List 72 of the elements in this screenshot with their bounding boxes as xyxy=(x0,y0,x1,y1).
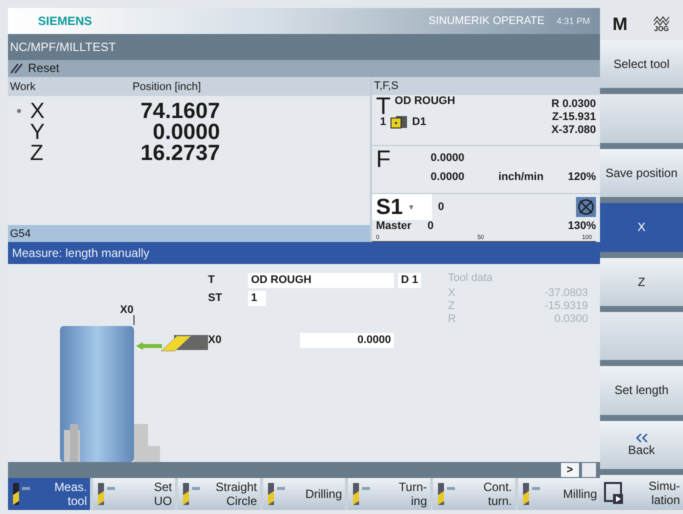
spindle-icon xyxy=(576,197,596,218)
scroll-corner xyxy=(582,463,596,478)
feed-value: 0.0000 xyxy=(430,170,464,183)
tool-data-value: 0.0300 xyxy=(554,313,588,326)
brand-logo: SIEMENS xyxy=(38,14,92,28)
softkey[interactable]: Set length xyxy=(600,366,683,415)
feed-letter: F xyxy=(376,148,391,176)
edge-field[interactable]: D 1 xyxy=(398,272,422,288)
tool-icon xyxy=(96,481,118,508)
spindle-override: 130% xyxy=(568,220,596,234)
softkey[interactable]: Meas. tool xyxy=(8,478,90,510)
softkey[interactable]: Set UO xyxy=(93,478,175,510)
softkey[interactable]: Drilling xyxy=(263,478,345,510)
jog-icon xyxy=(652,16,670,26)
softkey[interactable]: Turn- ing xyxy=(348,478,430,510)
column-header: Position [inch] xyxy=(132,80,201,93)
column-header: Work xyxy=(10,80,36,93)
more-button[interactable]: > xyxy=(560,463,579,478)
tool-radius: R 0.0300 xyxy=(551,98,596,112)
empty-softkey[interactable] xyxy=(600,312,683,360)
dialog-title: Measure: length manually xyxy=(8,242,600,264)
feed-unit: inch/min xyxy=(498,170,544,183)
reset-icon xyxy=(10,62,24,74)
tool-x: X-37.080 xyxy=(551,124,596,138)
tool-icon xyxy=(521,481,543,508)
softkey[interactable]: Straight Circle xyxy=(178,478,260,510)
field-label: T xyxy=(208,274,216,286)
spindle-mode: Master xyxy=(376,220,412,234)
field-label: ST xyxy=(208,292,224,304)
tool-icon xyxy=(390,115,408,130)
x0-input-field[interactable]: 0.0000 xyxy=(300,332,394,348)
clock-time: 4:31 PM xyxy=(556,16,590,26)
softkey[interactable]: Simu- lation xyxy=(600,475,683,510)
tool-icon xyxy=(11,481,33,508)
product-name: SINUMERIK OPERATE xyxy=(428,14,544,27)
tool-data-label: Z xyxy=(448,300,455,314)
cutting-edge: D1 xyxy=(412,116,426,128)
section-title: T,F,S xyxy=(374,80,398,92)
tool-icon xyxy=(436,481,458,508)
simulation-icon xyxy=(603,480,625,506)
feed-value: 0.0000 xyxy=(430,152,464,164)
field-label: X0 xyxy=(208,334,222,346)
spindle-speed: 0 xyxy=(427,220,434,234)
softkey[interactable]: X xyxy=(600,203,683,252)
program-path: NC/MPF/MILLTEST xyxy=(8,34,600,60)
tool-data-title: Tool data xyxy=(448,272,494,284)
tool-data-label: R xyxy=(448,313,456,326)
channel-status: Reset xyxy=(28,61,60,76)
feed-override: 120% xyxy=(568,170,596,183)
back-chevron-icon xyxy=(634,432,648,443)
tool-icon xyxy=(266,481,288,508)
softkey[interactable]: Z xyxy=(600,258,683,306)
softkey[interactable]: Cont. turn. xyxy=(433,478,515,510)
work-offset: G54 xyxy=(10,228,31,240)
spindle-select[interactable]: S1 ▾ xyxy=(372,194,432,220)
softkey[interactable]: Milling xyxy=(518,478,600,510)
spindle-value: 0 xyxy=(438,201,444,214)
dimension-label: X0 xyxy=(120,304,134,316)
tool-z: Z-15.931 xyxy=(552,111,596,124)
tool-name-field[interactable]: OD ROUGH xyxy=(248,272,394,288)
tool-data-value: -37.0803 xyxy=(544,287,588,300)
tool-number: 1 xyxy=(380,116,386,128)
machine-mode-indicator: M xyxy=(612,12,628,36)
tool-icon xyxy=(181,481,203,508)
softkey[interactable]: Save position xyxy=(600,148,683,198)
sister-tool-field[interactable]: 1 xyxy=(248,290,266,306)
tool-icon xyxy=(351,481,373,508)
softkey[interactable]: Back xyxy=(600,420,683,469)
tool-name: OD ROUGH xyxy=(394,95,456,108)
softkey[interactable]: Select tool xyxy=(600,40,683,88)
tool-data-label: X xyxy=(448,287,456,300)
tool-data-value: -15.9319 xyxy=(544,300,588,314)
